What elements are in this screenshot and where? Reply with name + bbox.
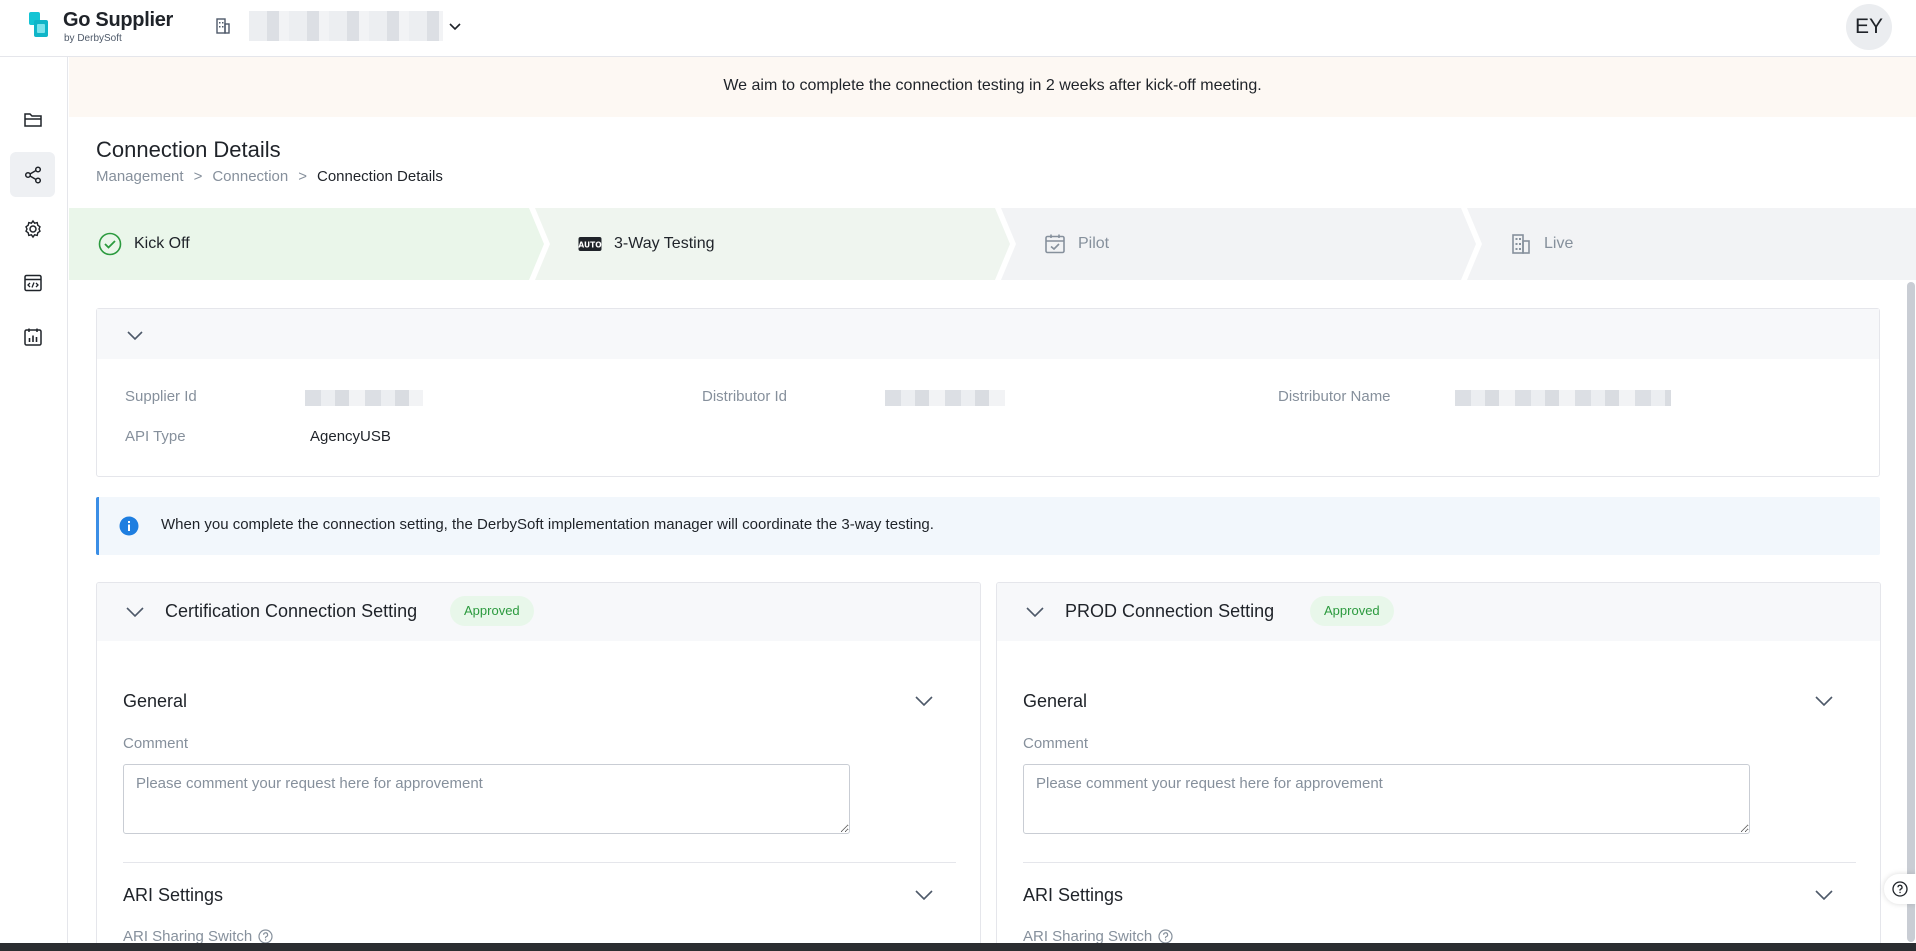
steps-background	[69, 208, 1916, 280]
help-circle-icon[interactable]	[258, 929, 273, 944]
ari-settings-title: ARI Settings	[123, 885, 224, 905]
comment-label: Comment	[1023, 735, 1089, 752]
distributor-name-label: Distributor Name	[1278, 388, 1391, 405]
notice-banner: We aim to complete the connection testin…	[69, 57, 1916, 117]
certification-connection-panel: Certification Connection Setting Approve…	[96, 582, 981, 951]
building-icon	[1512, 234, 1530, 254]
api-type-label: API Type	[125, 428, 186, 445]
progress-steps: Kick Off AUTO 3-Way Testing Pilot Live	[69, 208, 1916, 280]
floating-help-button[interactable]	[1884, 874, 1916, 904]
sidebar-item-api-console[interactable]	[10, 260, 55, 305]
supplier-id-label: Supplier Id	[125, 388, 197, 405]
auto-icon: AUTO	[578, 237, 602, 251]
chart-calendar-icon	[23, 328, 42, 346]
step-3-way-testing[interactable]: AUTO 3-Way Testing	[578, 208, 714, 280]
ari-settings-title: ARI Settings	[1023, 885, 1124, 905]
code-window-icon	[23, 274, 42, 291]
page-title: Connection Details	[96, 137, 281, 162]
breadcrumb-separator: >	[298, 168, 307, 185]
step-kick-off[interactable]: Kick Off	[98, 208, 190, 280]
chevron-down-icon[interactable]	[1025, 603, 1045, 621]
organization-selector[interactable]	[249, 11, 443, 41]
general-section-title: General	[123, 691, 188, 711]
panel-title: Certification Connection Setting	[165, 601, 418, 621]
chevron-down-icon[interactable]	[1814, 692, 1834, 710]
panel-header: Certification Connection Setting Approve…	[97, 583, 980, 641]
main-content: We aim to complete the connection testin…	[69, 57, 1916, 951]
sidebar	[0, 57, 68, 951]
info-alert: When you complete the connection setting…	[96, 497, 1880, 555]
building-icon	[216, 18, 230, 34]
comment-textarea[interactable]	[123, 764, 850, 834]
distributor-id-label: Distributor Id	[702, 388, 788, 405]
info-icon	[119, 516, 139, 536]
go-supplier-logo[interactable]	[28, 12, 50, 38]
panel-title: PROD Connection Setting	[1065, 601, 1275, 621]
help-circle-icon[interactable]	[1158, 929, 1173, 944]
general-section-title: General	[1023, 691, 1088, 711]
calendar-check-icon	[1045, 234, 1065, 254]
help-circle-icon	[1892, 881, 1908, 897]
svg-text:AUTO: AUTO	[578, 240, 601, 249]
distributor-id-value	[885, 390, 1005, 406]
distributor-name-value	[1455, 390, 1671, 406]
api-type-value: AgencyUSB	[310, 428, 391, 445]
sidebar-item-connection[interactable]	[10, 152, 55, 197]
sidebar-item-management[interactable]	[10, 97, 55, 142]
gear-icon	[24, 219, 41, 238]
chevron-down-icon[interactable]	[914, 692, 934, 710]
sidebar-item-reports[interactable]	[10, 314, 55, 359]
taskbar-strip	[0, 943, 1916, 951]
supplier-id-value	[305, 390, 423, 406]
chevron-down-icon[interactable]	[914, 886, 934, 904]
comment-label: Comment	[123, 735, 189, 752]
breadcrumb: Management > Connection > Connection Det…	[96, 168, 443, 185]
section-divider	[1023, 862, 1856, 863]
sidebar-item-settings[interactable]	[10, 206, 55, 251]
step-label: Kick Off	[134, 235, 190, 252]
step-label: 3-Way Testing	[614, 235, 715, 252]
chevron-down-icon[interactable]	[447, 18, 463, 34]
step-live[interactable]: Live	[1510, 208, 1573, 280]
page-scrollbar[interactable]	[1907, 282, 1915, 942]
breadcrumb-management[interactable]: Management	[96, 168, 184, 185]
step-label: Live	[1544, 235, 1574, 252]
brand-name: Go Supplier	[63, 9, 174, 31]
info-message: When you complete the connection setting…	[161, 516, 934, 533]
brand-subtitle: by DerbySoft	[64, 33, 122, 44]
step-label: Pilot	[1078, 235, 1110, 252]
summary-card-header	[97, 309, 1879, 359]
breadcrumb-current: Connection Details	[316, 168, 443, 185]
chevron-down-icon[interactable]	[1814, 886, 1834, 904]
step-pilot[interactable]: Pilot	[1044, 208, 1109, 280]
folder-icon	[23, 112, 42, 127]
prod-connection-panel: PROD Connection Setting Approved General…	[996, 582, 1881, 951]
section-divider	[123, 862, 956, 863]
check-circle-icon	[98, 232, 122, 256]
chevron-down-icon[interactable]	[125, 603, 145, 621]
chevron-down-icon[interactable]	[126, 326, 144, 344]
status-badge: Approved	[1310, 596, 1394, 626]
top-bar: Go Supplier by DerbySoft EY	[0, 0, 1916, 57]
breadcrumb-connection[interactable]: Connection	[212, 168, 288, 185]
panel-header: PROD Connection Setting Approved	[997, 583, 1880, 641]
connection-summary-card: Supplier Id Distributor Id Distributor N…	[96, 308, 1880, 477]
breadcrumb-separator: >	[193, 168, 203, 185]
status-badge: Approved	[450, 596, 534, 626]
user-avatar[interactable]: EY	[1846, 4, 1892, 50]
share-nodes-icon	[24, 165, 41, 184]
comment-textarea[interactable]	[1023, 764, 1750, 834]
